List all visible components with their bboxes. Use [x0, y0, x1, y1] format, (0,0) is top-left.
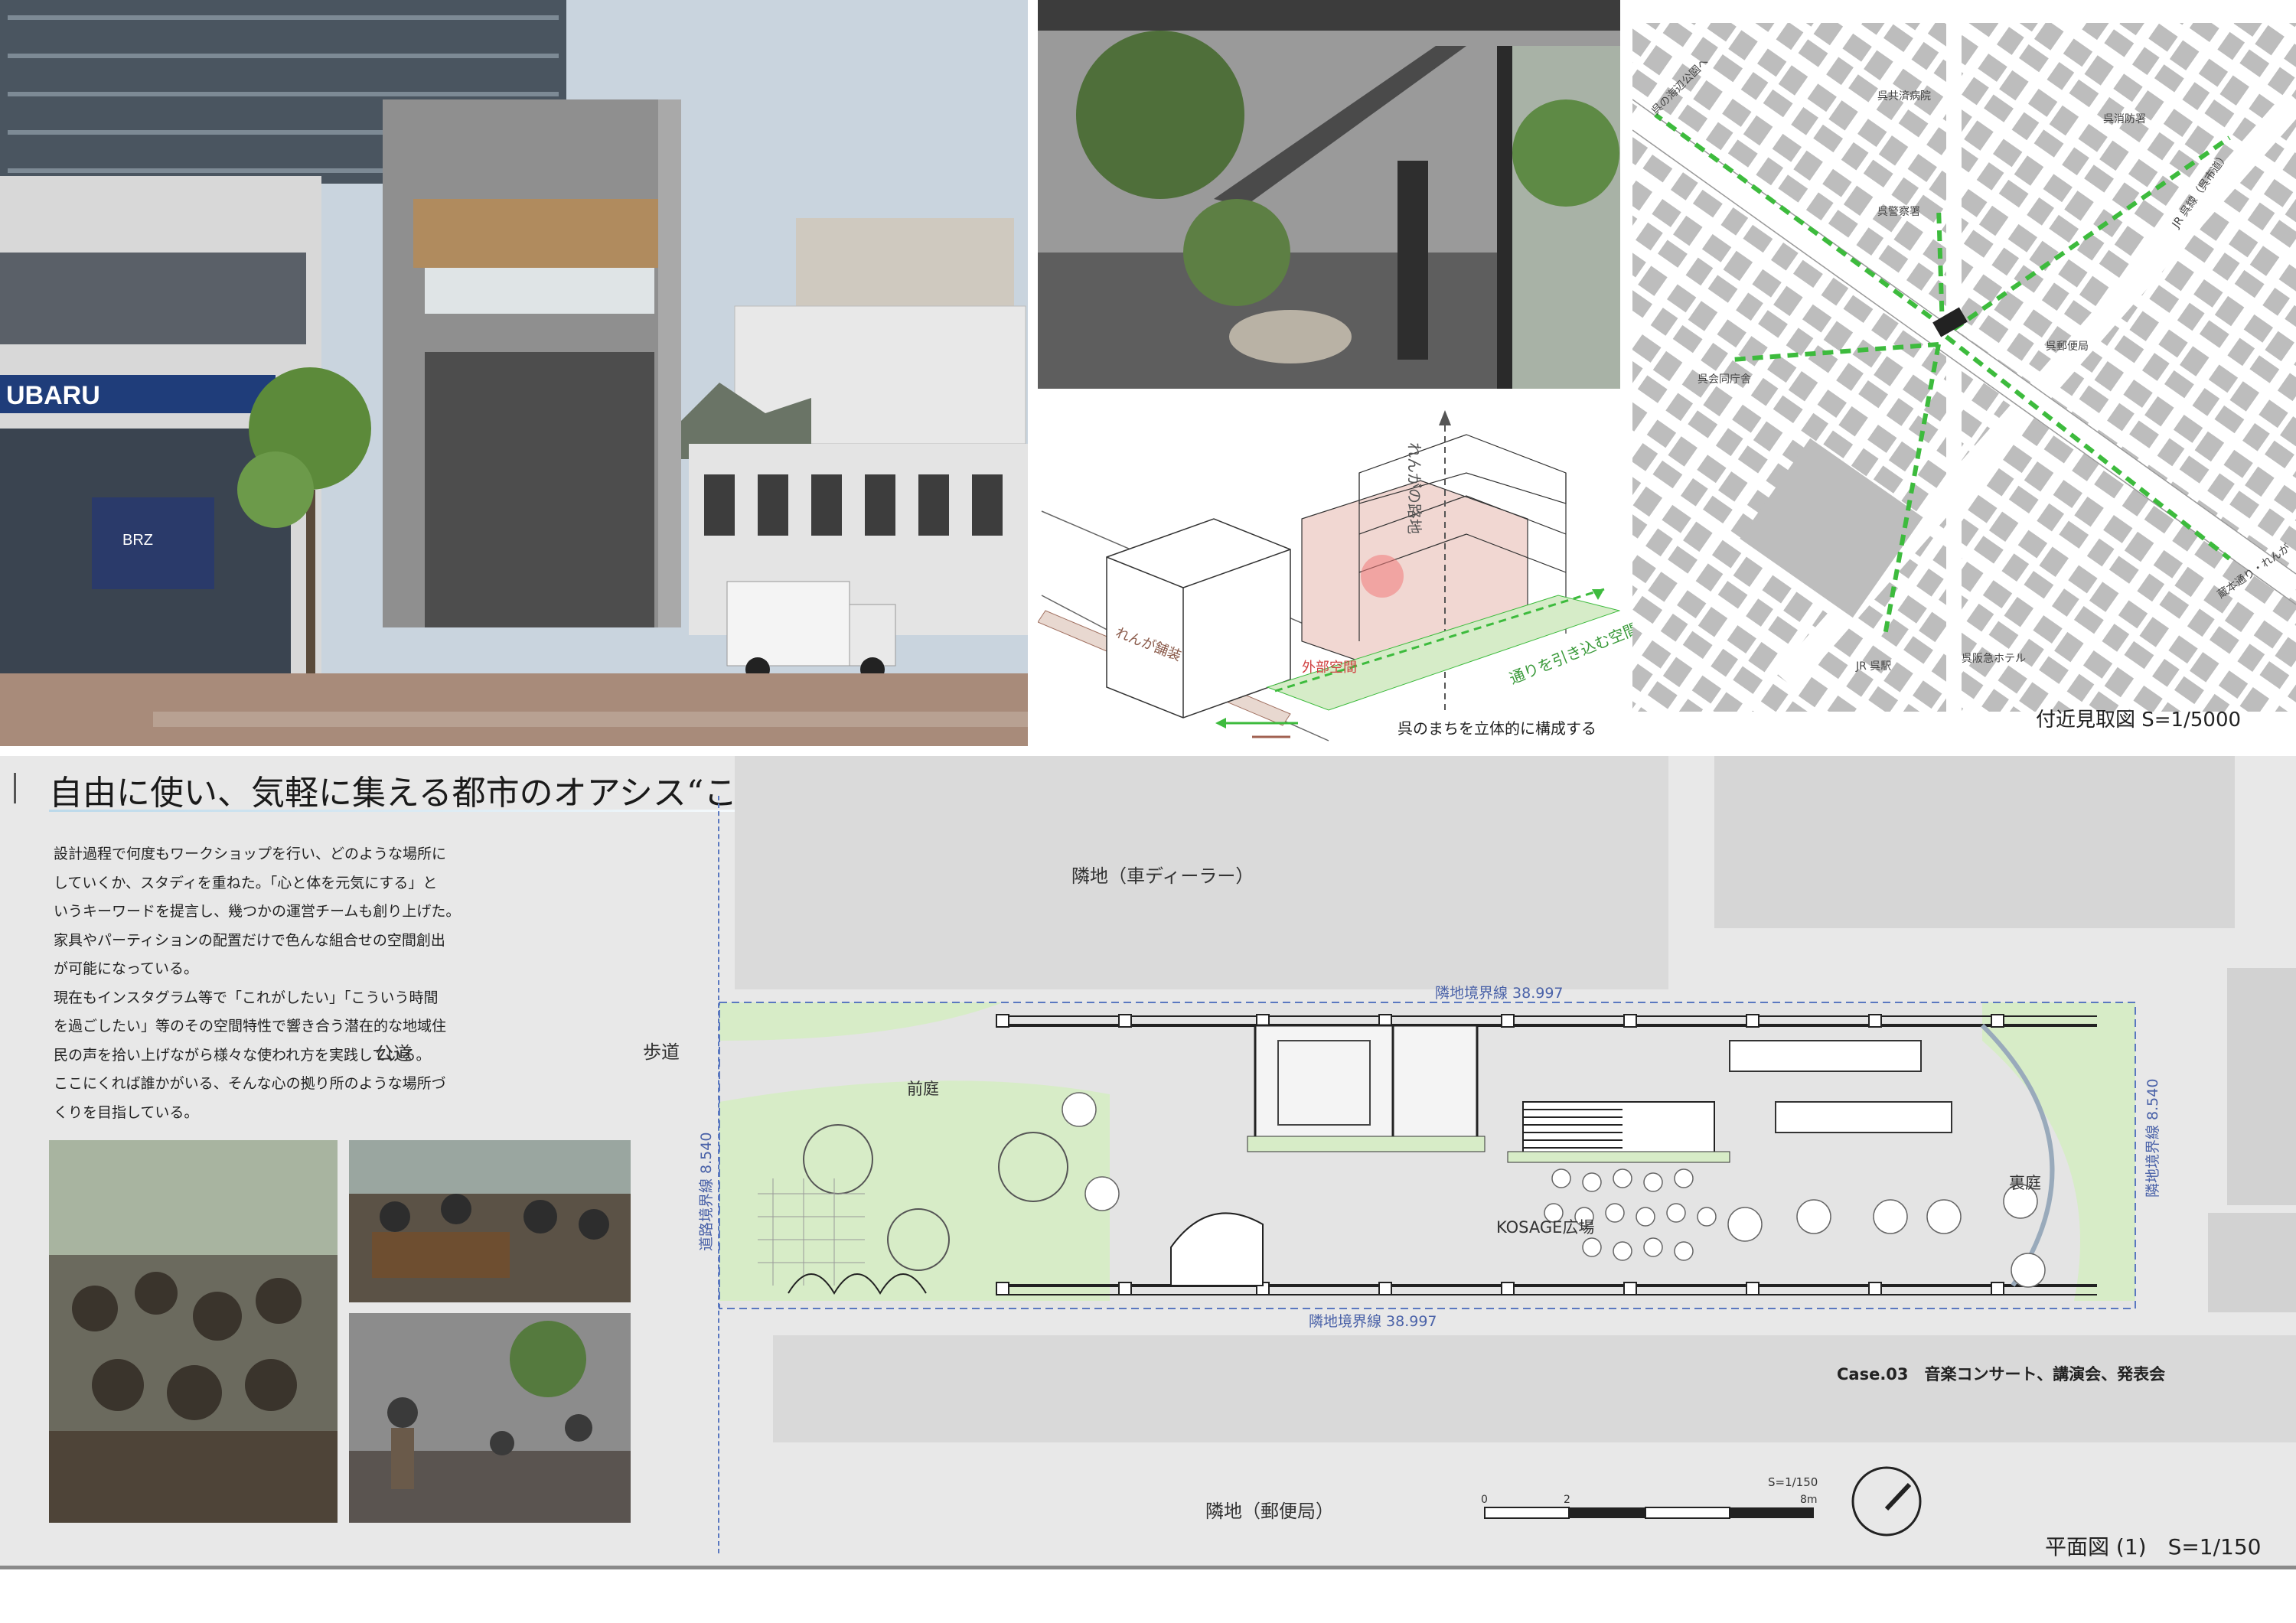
description-line: 設計過程で何度もワークショップを行い、どのような場所に: [54, 846, 447, 862]
title-bracket: [14, 773, 16, 803]
plan-label-neighbor-top: 隣地（車ディーラー）: [1071, 865, 1254, 887]
description-line: いうキーワードを提言し、幾つかの運営チームも創り上げた。: [54, 903, 461, 920]
diagram-label-external: 外部空間: [1302, 660, 1357, 676]
neighbor-lot-top-right: [1714, 756, 2235, 928]
scale-label: S=1/150: [1768, 1475, 1818, 1489]
plan-label-back-garden: 裏庭: [2009, 1174, 2041, 1192]
workshop-photo-bottom-illustration: [349, 1313, 631, 1523]
bottom-rule: [0, 1566, 2296, 1569]
floor-plan-drawing: [719, 1002, 2136, 1309]
workshop-photo-large: [49, 1140, 338, 1523]
interior-photo-illustration: [1038, 0, 1620, 389]
neighbor-lot-bottom: [773, 1335, 2296, 1442]
interior-photo: [1038, 0, 1620, 389]
map-label-hospital: 呉共済病院: [1877, 90, 1931, 103]
description-line: 現在もインスタグラム等で「これがしたい」「こういう時間: [54, 989, 439, 1006]
workshop-photo-top-illustration: [349, 1140, 631, 1302]
case-label: Case.03 音楽コンサート、講演会、発表会: [1837, 1365, 2166, 1383]
workshop-photo-bottom: [349, 1313, 631, 1523]
scale-tick-0: 0: [1481, 1494, 1488, 1506]
diagram-caption: 呉のまちを立体的に構成する: [1397, 719, 1596, 738]
scale-tick-8m: 8m: [1800, 1494, 1818, 1506]
plan-label-sidewalk: 歩道: [643, 1041, 680, 1063]
plan-label-front-garden: 前庭: [907, 1080, 939, 1098]
map-caption: 付近見取図 S=1/5000: [2036, 709, 2242, 732]
description-text: 設計過程で何度もワークショップを行い、どのような場所に していくか、スタディを重ね…: [54, 840, 497, 1127]
plan-label-boundary-bottom: 隣地境界線 38.997: [1309, 1313, 1437, 1330]
concept-diagram-drawing: [1037, 410, 1621, 741]
workshop-photo-large-illustration: [49, 1140, 338, 1523]
plan-label-boundary-right: 隣地境界線 8.540: [2144, 1078, 2161, 1198]
diagram-label-alley: れんがの路地: [1405, 442, 1424, 534]
plan-label-plaza: KOSAGE広場: [1496, 1218, 1595, 1237]
car-model: BRZ: [122, 532, 153, 549]
map-label-police: 呉警察署: [1877, 206, 1920, 218]
street-photo: UBARU BRZ: [0, 0, 1028, 746]
description-line: ここにくれば誰かがいる、そんな心の拠り所のような場所づ: [54, 1075, 446, 1092]
description-line: を過ごしたい」等のその空間特性で響き合う潜在的な地域住: [54, 1018, 447, 1035]
shop-sign: UBARU: [6, 381, 100, 410]
street-photo-illustration: UBARU BRZ: [0, 0, 1028, 746]
north-arrow-icon: [1851, 1466, 1922, 1537]
description-line: していくか、スタディを重ねた。「心と体を元気にする」と: [54, 874, 438, 891]
vicinity-map: 呉共済病院 呉消防署 呉警察署 呉郵便局 呉会同庁舎 JR 呉駅 呉阪急ホテル …: [1625, 23, 2296, 712]
description-line: 家具やパーティションの配置だけで色んな組合せの空間創出: [54, 931, 445, 949]
map-label-post: 呉郵便局: [2046, 341, 2089, 353]
description-line: が可能になっている。: [54, 960, 199, 977]
workshop-photo-top: [349, 1140, 631, 1302]
concept-diagram: れんがの路地 通りを引き込む空間 外部空間 れんが舗装 呉のまちを立体的に構成す…: [1037, 389, 1642, 746]
plan-label-boundary-top: 隣地境界線 38.997: [1435, 985, 1564, 1002]
plan-caption: 平面図 (1) S=1/150: [2045, 1534, 2262, 1559]
vicinity-map-drawing: [1625, 23, 2296, 712]
plan-label-boundary-left: 道路境界線 8.540: [698, 1132, 715, 1251]
neighbor-lot-right: [2227, 968, 2296, 1205]
plan-label-neighbor-bottom: 隣地（郵便局）: [1205, 1501, 1334, 1522]
scale-tick-2: 2: [1564, 1494, 1570, 1506]
description-line: くりを目指している。: [54, 1103, 199, 1121]
description-line: 民の声を拾い上げながら様々な使われ方を実践している。: [54, 1046, 431, 1064]
map-label-hall: 呉会同庁舎: [1698, 373, 1751, 386]
map-label-hotel: 呉阪急ホテル: [1962, 653, 2026, 665]
map-label-station: JR 呉駅: [1856, 660, 1892, 673]
map-label-fire: 呉消防署: [2103, 113, 2146, 125]
neighbor-lot-right-2: [2208, 1213, 2296, 1312]
scale-bar: [1484, 1507, 1814, 1519]
plan-label-public-road: 公道: [375, 1043, 412, 1064]
